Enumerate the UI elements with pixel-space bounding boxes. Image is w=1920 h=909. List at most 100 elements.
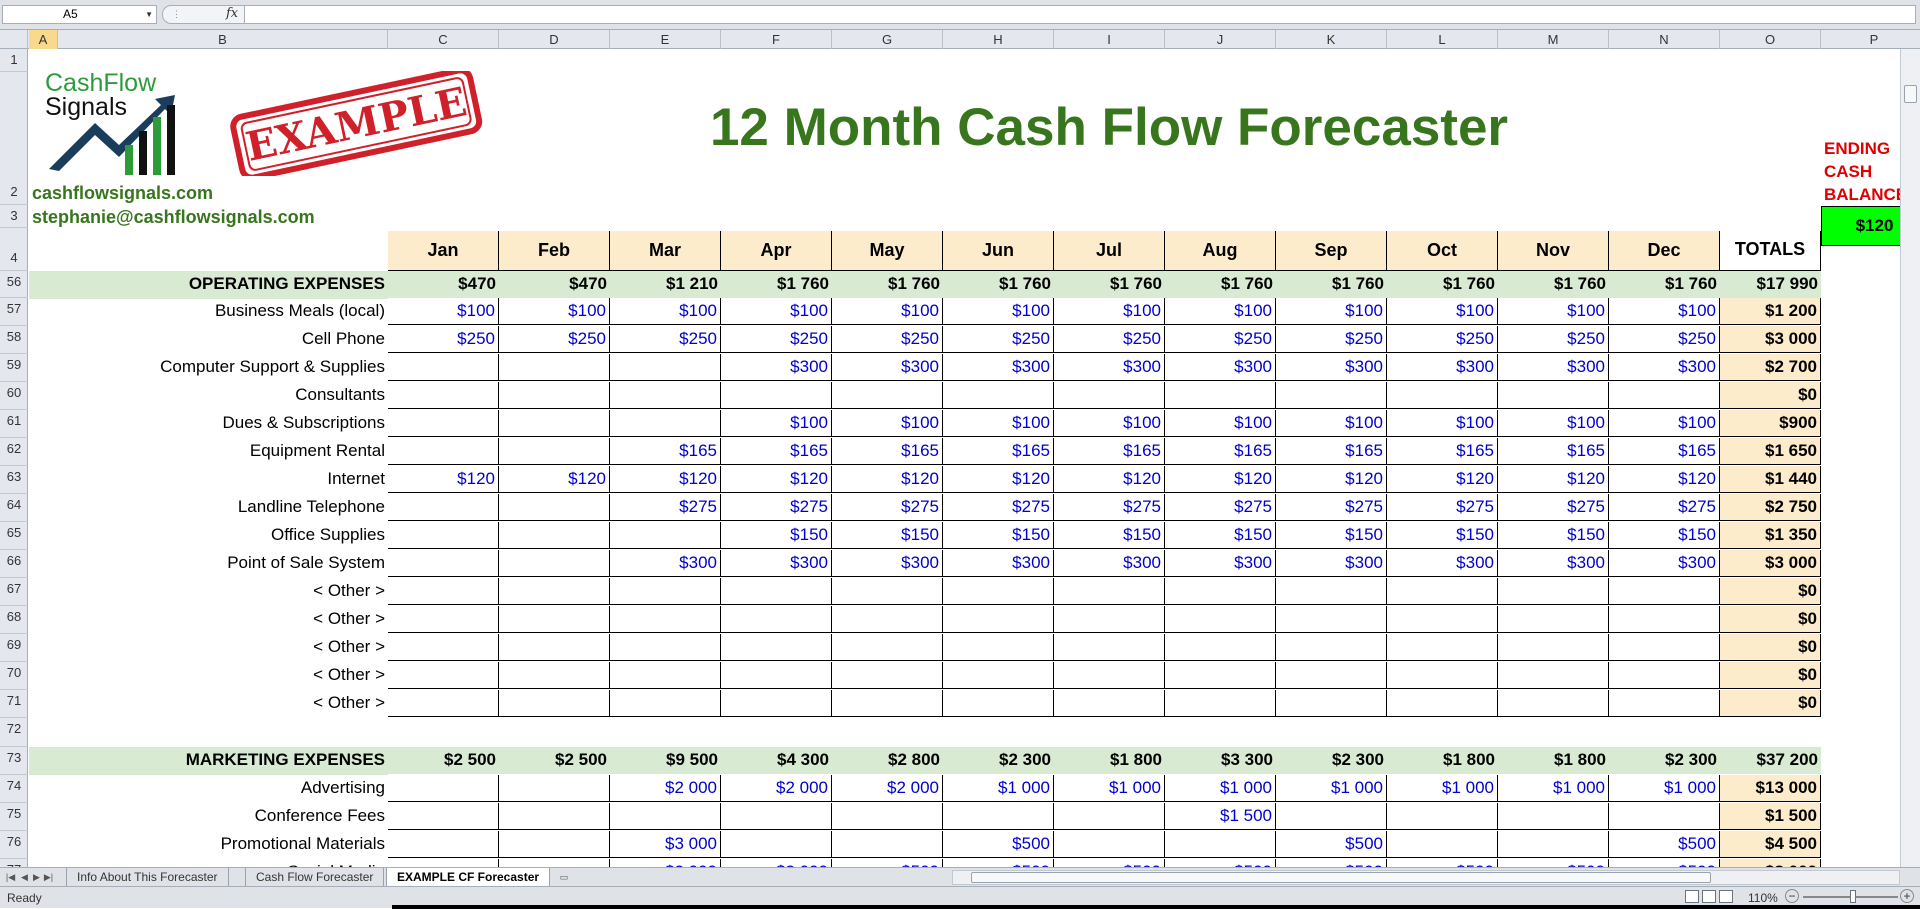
month-header-jun[interactable]: Jun — [943, 231, 1054, 271]
operating-value-cell[interactable] — [610, 354, 721, 381]
operating-value-cell[interactable] — [499, 578, 610, 605]
select-all-corner[interactable] — [0, 30, 28, 49]
marketing-value-cell[interactable]: $500 — [1498, 859, 1609, 867]
column-header-p[interactable]: P — [1821, 30, 1920, 49]
spreadsheet-grid[interactable]: CashFlow Signals EXAMPLE 12 Month Cash F… — [29, 49, 1900, 867]
marketing-value-cell[interactable]: $2 000 — [721, 775, 832, 802]
row-header-2[interactable]: 2 — [0, 72, 28, 205]
row-header-73[interactable]: 73 — [0, 747, 28, 775]
operating-value-cell[interactable] — [1054, 382, 1165, 409]
operating-value-cell[interactable] — [610, 662, 721, 689]
operating-value-cell[interactable]: $100 — [721, 410, 832, 437]
marketing-value-cell[interactable]: $1 000 — [1276, 775, 1387, 802]
row-header-69[interactable]: 69 — [0, 634, 28, 662]
column-header-g[interactable]: G — [832, 30, 943, 49]
marketing-value-cell[interactable]: $3 000 — [610, 831, 721, 858]
operating-value-cell[interactable]: $275 — [1054, 494, 1165, 521]
marketing-value-cell[interactable]: $500 — [1387, 859, 1498, 867]
operating-value-cell[interactable] — [499, 354, 610, 381]
column-header-o[interactable]: O — [1720, 30, 1821, 49]
operating-value-cell[interactable] — [943, 690, 1054, 717]
marketing-month-total[interactable]: $1 800 — [1054, 747, 1165, 774]
operating-row-total[interactable]: $0 — [1720, 578, 1821, 605]
operating-value-cell[interactable]: $300 — [1387, 354, 1498, 381]
tab-example-cf-forecaster[interactable]: EXAMPLE CF Forecaster — [386, 868, 551, 886]
operating-value-cell[interactable]: $165 — [1498, 438, 1609, 465]
operating-value-cell[interactable] — [1165, 606, 1276, 633]
marketing-value-cell[interactable] — [832, 831, 943, 858]
zoom-in-icon[interactable]: + — [1900, 889, 1914, 903]
marketing-value-cell[interactable] — [388, 775, 499, 802]
operating-row-total[interactable]: $0 — [1720, 606, 1821, 633]
operating-value-cell[interactable]: $120 — [1165, 466, 1276, 493]
marketing-value-cell[interactable] — [499, 775, 610, 802]
operating-value-cell[interactable]: $150 — [1387, 522, 1498, 549]
operating-month-total[interactable]: $1 760 — [1498, 271, 1609, 298]
operating-value-cell[interactable]: $120 — [943, 466, 1054, 493]
operating-value-cell[interactable] — [943, 578, 1054, 605]
operating-row-label[interactable]: Point of Sale System — [58, 550, 388, 577]
row-header-64[interactable]: 64 — [0, 494, 28, 522]
operating-value-cell[interactable] — [499, 550, 610, 577]
operating-value-cell[interactable] — [1387, 634, 1498, 661]
marketing-month-total[interactable]: $1 800 — [1498, 747, 1609, 774]
operating-value-cell[interactable] — [388, 690, 499, 717]
operating-value-cell[interactable] — [1054, 662, 1165, 689]
operating-value-cell[interactable]: $100 — [832, 410, 943, 437]
operating-value-cell[interactable]: $275 — [1165, 494, 1276, 521]
operating-value-cell[interactable] — [610, 382, 721, 409]
tab-info-about[interactable]: Info About This Forecaster — [66, 868, 229, 886]
operating-value-cell[interactable]: $165 — [1054, 438, 1165, 465]
operating-value-cell[interactable]: $100 — [1387, 298, 1498, 325]
operating-value-cell[interactable] — [1276, 662, 1387, 689]
row-header-1[interactable]: 1 — [0, 49, 28, 72]
operating-value-cell[interactable]: $250 — [1276, 326, 1387, 353]
operating-value-cell[interactable] — [1165, 634, 1276, 661]
operating-value-cell[interactable]: $250 — [832, 326, 943, 353]
operating-row-label[interactable]: Landline Telephone — [58, 494, 388, 521]
column-header-b[interactable]: B — [58, 30, 388, 49]
operating-value-cell[interactable]: $100 — [1498, 298, 1609, 325]
operating-value-cell[interactable]: $150 — [721, 522, 832, 549]
operating-value-cell[interactable] — [499, 410, 610, 437]
operating-value-cell[interactable] — [1387, 578, 1498, 605]
operating-value-cell[interactable] — [721, 606, 832, 633]
zoom-slider-thumb[interactable] — [1850, 890, 1856, 903]
insert-sheet-icon[interactable]: ▭ — [556, 870, 572, 884]
operating-value-cell[interactable]: $100 — [1498, 410, 1609, 437]
totals-header[interactable]: TOTALS — [1720, 231, 1821, 271]
operating-value-cell[interactable]: $300 — [1054, 354, 1165, 381]
operating-row-total[interactable]: $0 — [1720, 382, 1821, 409]
row-header-75[interactable]: 75 — [0, 803, 28, 831]
operating-value-cell[interactable]: $300 — [1165, 550, 1276, 577]
month-header-jan[interactable]: Jan — [388, 231, 499, 271]
marketing-value-cell[interactable] — [1276, 803, 1387, 830]
row-header-74[interactable]: 74 — [0, 775, 28, 803]
operating-value-cell[interactable] — [1054, 690, 1165, 717]
operating-value-cell[interactable] — [610, 410, 721, 437]
operating-value-cell[interactable] — [1609, 662, 1720, 689]
operating-row-total[interactable]: $0 — [1720, 690, 1821, 717]
operating-value-cell[interactable] — [610, 606, 721, 633]
operating-row-total[interactable]: $1 650 — [1720, 438, 1821, 465]
marketing-value-cell[interactable] — [388, 803, 499, 830]
row-header-68[interactable]: 68 — [0, 606, 28, 634]
operating-value-cell[interactable]: $275 — [943, 494, 1054, 521]
operating-row-label[interactable]: < Other > — [58, 578, 388, 605]
operating-value-cell[interactable]: $100 — [1609, 410, 1720, 437]
operating-value-cell[interactable]: $100 — [1054, 410, 1165, 437]
marketing-value-cell[interactable]: $500 — [1165, 859, 1276, 867]
operating-value-cell[interactable] — [1609, 382, 1720, 409]
operating-value-cell[interactable]: $275 — [721, 494, 832, 521]
marketing-value-cell[interactable]: $500 — [832, 859, 943, 867]
marketing-value-cell[interactable] — [1054, 803, 1165, 830]
operating-row-total[interactable]: $1 440 — [1720, 466, 1821, 493]
vertical-scroll-thumb[interactable] — [1904, 85, 1917, 103]
zoom-level[interactable]: 110% — [1748, 891, 1778, 905]
operating-value-cell[interactable]: $165 — [832, 438, 943, 465]
operating-value-cell[interactable] — [388, 522, 499, 549]
operating-value-cell[interactable]: $300 — [1276, 550, 1387, 577]
marketing-value-cell[interactable]: $500 — [1276, 859, 1387, 867]
operating-row-total[interactable]: $2 700 — [1720, 354, 1821, 381]
operating-value-cell[interactable]: $300 — [610, 550, 721, 577]
